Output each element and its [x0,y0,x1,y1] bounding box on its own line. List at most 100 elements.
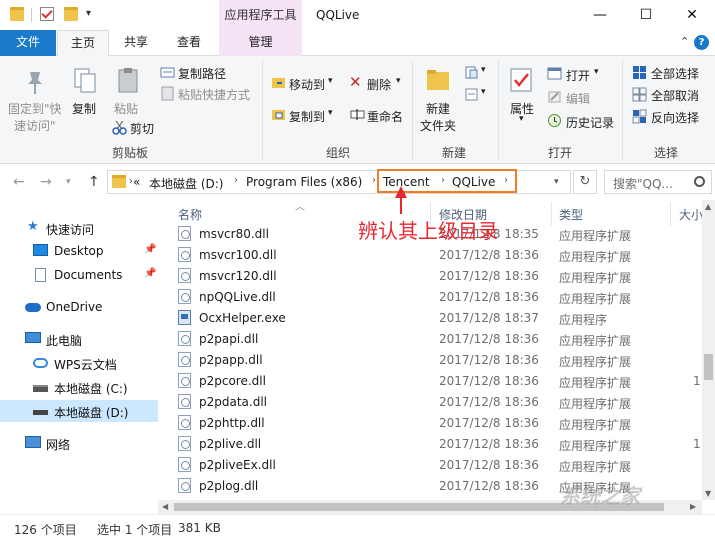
divider [262,60,263,160]
pin-icon[interactable]: 📌 [144,268,156,279]
customize-quick-access-button[interactable]: ▾ [86,8,91,19]
tab-share[interactable]: 共享 [110,30,162,56]
open-dropdown-icon[interactable]: ▾ [594,67,599,77]
file-row[interactable]: msvcr100.dll 2017/12/8 18:36 应用程序扩展 [158,244,702,265]
network-icon [25,436,41,448]
paste-shortcut-button[interactable]: 粘贴快捷方式 [178,86,250,103]
breadcrumb-overflow[interactable]: « [133,175,140,189]
copy-path-icon [160,67,175,78]
file-row[interactable]: p2plive.dll 2017/12/8 18:36 应用程序扩展 1 [158,433,702,454]
new-folder-icon[interactable] [64,7,78,21]
nav-item-onedrive[interactable]: OneDrive [0,296,158,318]
file-name: p2papp.dll [199,353,263,367]
file-row[interactable]: p2pcore.dll 2017/12/8 18:36 应用程序扩展 1 [158,370,702,391]
scroll-left-icon[interactable]: ◀ [162,502,168,511]
forward-arrow-icon[interactable]: → [40,174,52,190]
breadcrumb-drive-d[interactable]: 本地磁盘 (D:) [149,175,223,192]
open-button[interactable]: 打开 [566,67,590,84]
file-date: 2017/12/8 18:37 [439,311,539,325]
tab-manage[interactable]: 管理 [219,30,302,56]
file-row[interactable]: p2phttp.dll 2017/12/8 18:36 应用程序扩展 [158,412,702,433]
up-arrow-icon[interactable]: ↑ [88,174,100,190]
select-all-button[interactable]: 全部选择 [651,65,699,82]
file-type: 应用程序扩展 [559,355,632,369]
drive-icon [33,385,48,392]
invert-selection-button[interactable]: 反向选择 [651,109,699,126]
nav-item-documents[interactable]: Documents 📌 [0,264,158,286]
select-none-button[interactable]: 全部取消 [651,87,699,104]
clipboard-group-label: 剪贴板 [112,146,149,160]
help-icon[interactable]: ? [694,35,709,50]
new-folder-button[interactable]: 新建 [426,100,450,117]
edit-button[interactable]: 编辑 [566,90,590,107]
search-box[interactable]: 搜索"QQ... [604,170,712,194]
tab-view[interactable]: 查看 [163,30,215,56]
breadcrumb-separator[interactable]: › [234,175,238,186]
properties-dropdown-icon[interactable]: ▾ [519,114,524,124]
nav-item-quick-access[interactable]: ★ 快速访问 [0,217,158,239]
file-row[interactable]: p2papp.dll 2017/12/8 18:36 应用程序扩展 [158,349,702,370]
copy-to-button[interactable]: 复制到 [289,108,325,125]
move-to-button[interactable]: 移动到 [289,76,325,93]
file-type: 应用程序扩展 [559,397,632,411]
expand-ribbon-icon[interactable]: ⌃ [680,35,689,48]
file-row[interactable]: OcxHelper.exe 2017/12/8 18:37 应用程序 [158,307,702,328]
tab-file[interactable]: 文件 [0,30,56,56]
vertical-scrollbar[interactable]: ▲ ▼ [702,200,715,500]
new-item-dropdown-icon[interactable]: ▾ [481,65,486,75]
properties-icon[interactable] [40,7,54,21]
tab-home[interactable]: 主页 [57,30,109,57]
delete-button[interactable]: 删除 [367,76,391,93]
move-to-dropdown-icon[interactable]: ▾ [328,76,333,86]
address-dropdown-icon[interactable]: ▾ [554,177,559,187]
refresh-icon[interactable]: ↻ [573,170,597,194]
pin-icon[interactable]: 📌 [144,244,156,255]
nav-item-wps-cloud[interactable]: WPS云文档 [0,352,158,374]
nav-item-this-pc[interactable]: 此电脑 [0,328,158,350]
drive-icon [33,410,48,415]
file-type: 应用程序扩展 [559,229,632,243]
nav-item-drive-c[interactable]: 本地磁盘 (C:) [0,376,158,398]
file-name: p2plive.dll [199,437,262,451]
copy-path-button[interactable]: 复制路径 [178,65,226,82]
history-button[interactable]: 历史记录 [566,114,614,131]
delete-dropdown-icon[interactable]: ▾ [396,76,401,86]
pin-quick-access-button[interactable]: 固定到"快 [8,100,62,117]
file-row[interactable]: msvcr120.dll 2017/12/8 18:36 应用程序扩展 [158,265,702,286]
new-group-label: 新建 [442,146,467,160]
rename-button[interactable]: 重命名 [367,108,403,125]
breadcrumb-program-files[interactable]: Program Files (x86) [246,175,362,189]
close-button[interactable]: ✕ [669,0,715,30]
recent-locations-icon[interactable]: ▾ [66,177,71,187]
scroll-down-icon[interactable]: ▼ [705,489,711,498]
column-header-type[interactable]: 类型 [559,206,583,223]
search-icon[interactable] [694,176,705,187]
column-header-name[interactable]: 名称 [178,206,202,223]
vertical-scroll-thumb[interactable] [704,354,713,380]
pin-quick-access-label: 速访问" [14,119,56,133]
copy-button[interactable]: 复制 [72,100,96,117]
paste-button[interactable]: 粘贴 [114,100,138,117]
nav-item-drive-d[interactable]: 本地磁盘 (D:) [0,400,158,422]
nav-item-label: WPS云文档 [54,358,117,372]
column-header-size[interactable]: 大小 [679,206,702,223]
file-row[interactable]: p2pdata.dll 2017/12/8 18:36 应用程序扩展 [158,391,702,412]
minimize-button[interactable]: — [577,0,623,30]
cut-button[interactable]: 剪切 [130,120,154,137]
file-type: 应用程序扩展 [559,292,632,306]
scroll-right-icon[interactable]: ▶ [690,502,696,511]
file-row[interactable]: p2papi.dll 2017/12/8 18:36 应用程序扩展 [158,328,702,349]
nav-item-desktop[interactable]: Desktop 📌 [0,240,158,262]
back-arrow-icon[interactable]: ← [13,174,25,190]
easy-access-dropdown-icon[interactable]: ▾ [481,87,486,97]
file-name: p2plog.dll [199,479,259,493]
file-row[interactable]: npQQLive.dll 2017/12/8 18:36 应用程序扩展 [158,286,702,307]
maximize-button[interactable]: ☐ [623,0,669,30]
dll-file-icon [178,478,191,493]
cloud-icon [33,358,48,368]
file-row[interactable]: p2pliveEx.dll 2017/12/8 18:36 应用程序扩展 [158,454,702,475]
scroll-up-icon[interactable]: ▲ [705,202,711,211]
breadcrumb-separator[interactable]: › [372,175,376,186]
copy-to-dropdown-icon[interactable]: ▾ [328,108,333,118]
nav-item-network[interactable]: 网络 [0,432,158,454]
